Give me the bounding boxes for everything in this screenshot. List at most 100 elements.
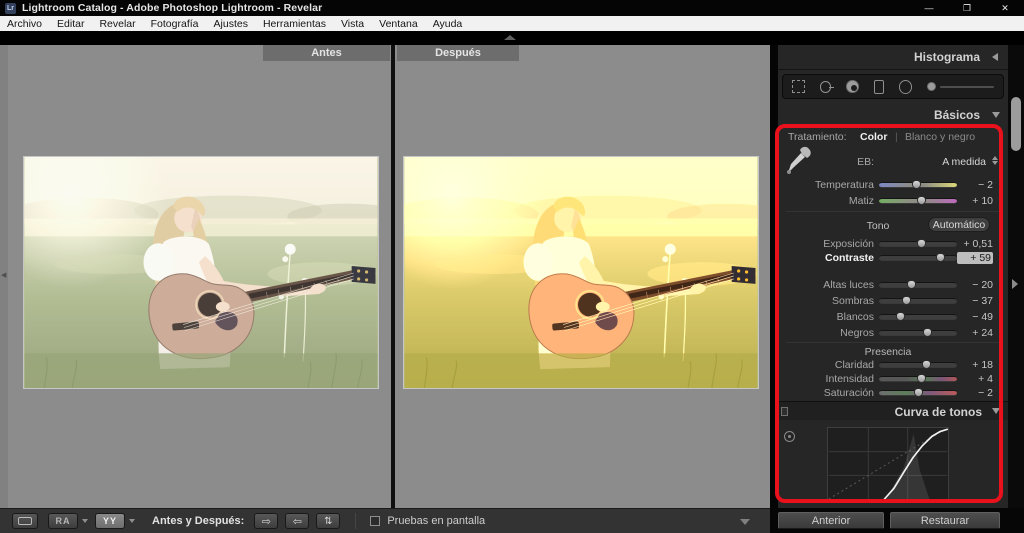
treatment-bw-option[interactable]: Blanco y negro: [905, 131, 975, 143]
crop-overlay-icon[interactable]: [792, 80, 805, 93]
slider-thumb[interactable]: [902, 296, 912, 305]
before-after-lr-button[interactable]: RA: [48, 513, 78, 529]
pane-divider: [391, 45, 395, 508]
slider-saturacion: Saturación − 2: [778, 386, 1008, 400]
slider-value: + 0,51: [963, 238, 994, 250]
tone-curve-area: [778, 420, 1008, 508]
panel-switch-icon[interactable]: [781, 407, 788, 416]
tool-strip: [782, 74, 1004, 99]
before-after-tb-button[interactable]: YY: [95, 513, 125, 529]
before-photo[interactable]: [23, 156, 379, 389]
slider-thumb[interactable]: [906, 280, 916, 289]
slider-blancos: Blancos − 49: [778, 310, 1008, 324]
slider-value: + 59: [957, 252, 993, 264]
swap-before-after-button[interactable]: ⇅: [316, 513, 341, 529]
close-button[interactable]: ✕: [986, 0, 1024, 16]
wb-preset-caret-icon[interactable]: [992, 156, 998, 165]
menu-editar[interactable]: Editar: [57, 18, 84, 30]
slider-contraste: Contraste + 59: [778, 251, 1008, 265]
reset-button[interactable]: Restaurar: [890, 512, 1000, 529]
slider-track[interactable]: [879, 374, 957, 383]
graduated-filter-icon[interactable]: [873, 79, 884, 94]
slider-track[interactable]: [879, 196, 957, 205]
copy-settings-right-button[interactable]: ⇨: [254, 513, 279, 529]
slider-thumb[interactable]: [921, 360, 931, 369]
toolbar-options-caret-icon[interactable]: [740, 519, 750, 525]
slider-thumb[interactable]: [917, 239, 927, 248]
slider-track[interactable]: [879, 280, 957, 289]
menu-vista[interactable]: Vista: [341, 18, 364, 30]
auto-tone-button[interactable]: Automático: [928, 217, 990, 232]
slider-value: + 10: [972, 195, 993, 207]
before-after-label: Antes y Después:: [152, 515, 245, 527]
left-panel-strip[interactable]: ◀: [0, 45, 8, 508]
lightroom-logo-icon: Lr: [5, 2, 16, 14]
slider-label: Negros: [840, 327, 874, 339]
expand-top-panel-icon[interactable]: [504, 35, 516, 40]
targeted-adjustment-icon[interactable]: [784, 431, 795, 442]
develop-panel: Histograma Básicos Tratamiento: Color | …: [775, 45, 1008, 508]
spot-removal-icon[interactable]: [819, 80, 834, 93]
slider-thumb[interactable]: [922, 328, 932, 337]
menu-ayuda[interactable]: Ayuda: [433, 18, 463, 30]
slider-exposicion: Exposición + 0,51: [778, 237, 1008, 251]
slider-track[interactable]: [879, 388, 957, 397]
expand-left-panel-icon[interactable]: ◀: [1, 271, 6, 279]
slider-thumb[interactable]: [917, 374, 927, 383]
slider-thumb[interactable]: [917, 196, 927, 205]
after-photo[interactable]: [403, 156, 759, 389]
menu-revelar[interactable]: Revelar: [99, 18, 135, 30]
slider-label: Temperatura: [815, 179, 874, 191]
basics-panel-header[interactable]: Básicos: [778, 105, 1008, 125]
slider-track[interactable]: [879, 360, 957, 369]
slider-track[interactable]: [879, 180, 957, 189]
menu-herramientas[interactable]: Herramientas: [263, 18, 326, 30]
menu-fotografia[interactable]: Fotografía: [151, 18, 199, 30]
menu-ventana[interactable]: Ventana: [379, 18, 418, 30]
tone-curve-graph[interactable]: [827, 427, 949, 500]
collapse-down-icon: [992, 112, 1000, 118]
previous-button[interactable]: Anterior: [778, 512, 884, 529]
soft-proof-checkbox[interactable]: [370, 516, 381, 526]
slider-label: Claridad: [834, 359, 874, 371]
dropdown-caret-icon[interactable]: [82, 519, 88, 523]
copy-settings-left-button[interactable]: ⇦: [285, 513, 310, 529]
slider-thumb[interactable]: [896, 312, 906, 321]
bottom-toolbar: RA YY Antes y Después: ⇨ ⇦ ⇅ Pruebas en …: [0, 508, 770, 533]
white-balance-eyedropper-icon[interactable]: [786, 145, 812, 175]
top-panel-strip: [0, 31, 1024, 45]
slider-value: + 24: [972, 327, 993, 339]
adjustment-brush-icon[interactable]: [927, 82, 936, 91]
slider-track[interactable]: [879, 312, 957, 321]
tone-curve-panel-header[interactable]: Curva de tonos: [778, 401, 1008, 420]
menu-ajustes[interactable]: Ajustes: [214, 18, 248, 30]
slider-track[interactable]: [879, 239, 957, 248]
scrollbar-thumb[interactable]: [1011, 97, 1021, 151]
slider-thumb[interactable]: [935, 253, 945, 262]
loupe-view-button[interactable]: [12, 513, 38, 529]
divider: [786, 211, 1000, 212]
brush-size-slider[interactable]: [939, 85, 994, 88]
wb-preset-select[interactable]: A medida: [942, 156, 986, 168]
slider-track[interactable]: [879, 253, 957, 262]
before-pane-label: Antes: [263, 45, 390, 61]
minimize-button[interactable]: —: [910, 0, 948, 16]
presence-section-label: Presencia: [864, 346, 912, 358]
slider-negros: Negros + 24: [778, 326, 1008, 340]
histogram-panel-header[interactable]: Histograma: [778, 47, 1008, 67]
menu-archivo[interactable]: Archivo: [7, 18, 42, 30]
red-eye-correction-icon[interactable]: [846, 80, 859, 93]
restore-button[interactable]: ❐: [948, 0, 986, 16]
loupe-view-icon: [18, 517, 32, 525]
slider-label: Contraste: [824, 252, 874, 264]
treatment-color-option[interactable]: Color: [860, 131, 887, 143]
slider-thumb[interactable]: [911, 180, 921, 189]
slider-track[interactable]: [879, 296, 957, 305]
slider-label: Blancos: [836, 311, 874, 323]
radial-filter-icon[interactable]: [898, 79, 913, 94]
collapse-right-panel-icon[interactable]: [1012, 279, 1018, 289]
panel-footer: Anterior Restaurar: [770, 508, 1024, 533]
slider-thumb[interactable]: [914, 388, 923, 397]
dropdown-caret-icon[interactable]: [129, 519, 135, 523]
slider-track[interactable]: [879, 328, 957, 337]
